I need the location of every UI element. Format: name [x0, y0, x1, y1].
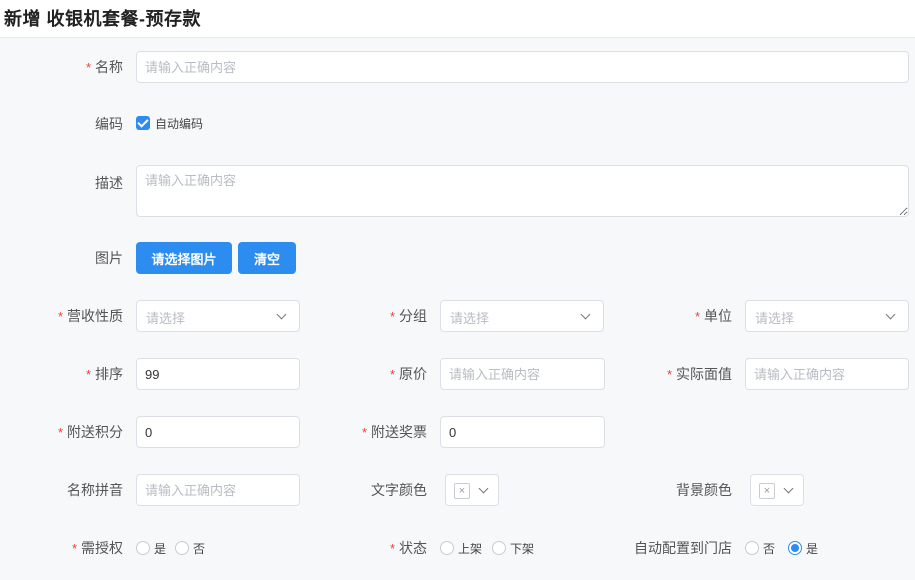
need-auth-no-label[interactable]: 否	[193, 540, 205, 557]
select-image-button[interactable]: 请选择图片	[136, 242, 232, 274]
clear-image-button[interactable]: 清空	[238, 242, 296, 274]
sort-label: * 排序	[85, 366, 123, 382]
auto-config-yes-radio[interactable]	[788, 541, 802, 555]
name-input[interactable]	[136, 51, 909, 83]
unit-select[interactable]: 请选择	[745, 300, 909, 332]
description-textarea[interactable]	[136, 165, 909, 217]
face-value-input[interactable]	[745, 358, 909, 390]
bonus-points-label: * 附送积分	[57, 424, 123, 440]
status-on-shelf-radio[interactable]	[440, 541, 454, 555]
description-label: 描述	[95, 175, 123, 191]
auto-config-no-label[interactable]: 否	[763, 540, 775, 557]
required-mark: *	[85, 60, 91, 75]
auto-code-checkbox[interactable]	[136, 116, 150, 130]
bg-color-picker[interactable]: ×	[750, 474, 804, 506]
page-title: 新增 收银机套餐-预存款	[4, 9, 201, 29]
bonus-tickets-input[interactable]	[440, 416, 605, 448]
bg-color-label: 背景颜色	[676, 482, 732, 498]
original-price-input[interactable]	[440, 358, 605, 390]
group-label: * 分组	[389, 308, 427, 324]
chevron-down-icon	[580, 309, 591, 320]
empty-color-swatch-icon: ×	[454, 483, 470, 499]
text-color-label: 文字颜色	[371, 482, 427, 498]
unit-label: * 单位	[694, 308, 732, 324]
group-select[interactable]: 请选择	[440, 300, 604, 332]
chevron-down-icon	[478, 483, 489, 494]
chevron-down-icon	[276, 309, 287, 320]
bonus-points-input[interactable]	[136, 416, 300, 448]
need-auth-yes-label[interactable]: 是	[154, 540, 166, 557]
revenue-type-select[interactable]: 请选择	[136, 300, 300, 332]
name-label: * 名称	[85, 59, 123, 75]
status-label: * 状态	[389, 540, 427, 556]
status-off-shelf-radio[interactable]	[492, 541, 506, 555]
page-header: 新增 收银机套餐-预存款	[0, 0, 915, 38]
need-auth-no-radio[interactable]	[175, 541, 189, 555]
revenue-type-placeholder: 请选择	[146, 311, 186, 326]
chevron-down-icon	[783, 483, 794, 494]
auto-config-label: 自动配置到门店	[634, 540, 732, 556]
status-off-shelf-label[interactable]: 下架	[510, 540, 534, 557]
code-label: 编码	[95, 116, 123, 132]
unit-placeholder: 请选择	[755, 311, 795, 326]
need-auth-label: * 需授权	[71, 540, 123, 556]
image-label: 图片	[95, 250, 123, 266]
bonus-tickets-label: * 附送奖票	[361, 424, 427, 440]
group-placeholder: 请选择	[450, 311, 490, 326]
need-auth-yes-radio[interactable]	[136, 541, 150, 555]
auto-config-no-radio[interactable]	[745, 541, 759, 555]
face-value-label: * 实际面值	[666, 366, 732, 382]
name-pinyin-label: 名称拼音	[67, 482, 123, 498]
status-on-shelf-label[interactable]: 上架	[458, 540, 482, 557]
sort-input[interactable]	[136, 358, 300, 390]
text-color-picker[interactable]: ×	[445, 474, 499, 506]
name-pinyin-input[interactable]	[136, 474, 300, 506]
auto-config-yes-label[interactable]: 是	[806, 540, 818, 557]
auto-code-label[interactable]: 自动编码	[155, 115, 203, 132]
original-price-label: * 原价	[389, 366, 427, 382]
chevron-down-icon	[885, 309, 896, 320]
revenue-type-label: * 营收性质	[57, 308, 123, 324]
empty-color-swatch-icon: ×	[759, 483, 775, 499]
